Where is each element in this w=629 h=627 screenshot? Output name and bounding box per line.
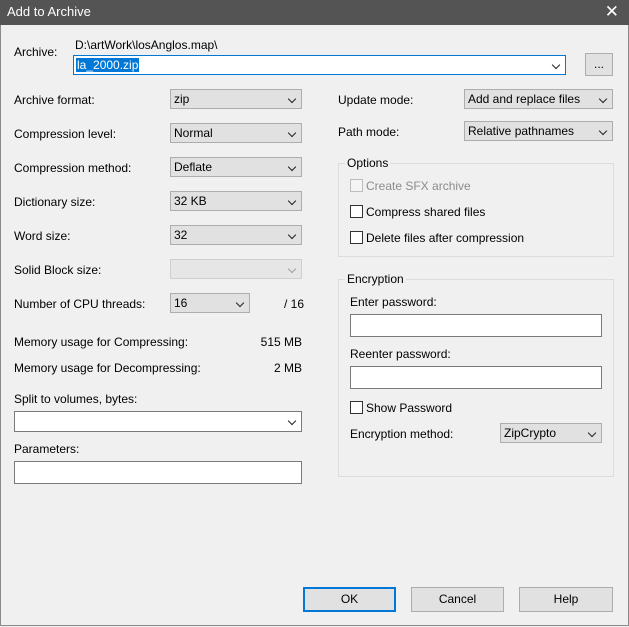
cpu-threads-select[interactable]: 16	[170, 293, 250, 313]
archive-label: Archive:	[14, 45, 58, 59]
compress-shared-checkbox[interactable]	[350, 205, 363, 218]
encryption-method-select[interactable]: ZipCrypto	[500, 423, 602, 443]
compression-method-select[interactable]: Deflate	[170, 157, 302, 177]
ok-button[interactable]: OK	[303, 587, 396, 612]
archive-format-select[interactable]: zip	[170, 89, 302, 109]
chevron-down-icon	[287, 162, 297, 172]
encryption-method-label: Encryption method:	[350, 427, 454, 441]
memory-decompress-value: 2 MB	[273, 361, 302, 375]
options-group-title: Options	[345, 156, 391, 170]
path-mode-select[interactable]: Relative pathnames	[464, 121, 613, 141]
solid-block-size-select	[170, 259, 302, 279]
browse-button[interactable]: ...	[585, 53, 613, 76]
solid-block-size-label: Solid Block size:	[14, 263, 102, 277]
enter-password-label: Enter password:	[350, 295, 437, 309]
archive-format-label: Archive format:	[14, 93, 95, 107]
split-volumes-combo[interactable]	[14, 411, 302, 432]
compression-method-value: Deflate	[174, 160, 213, 174]
cpu-threads-label: Number of CPU threads:	[14, 297, 146, 311]
cpu-threads-value: 16	[174, 296, 188, 310]
reenter-password-label: Reenter password:	[350, 347, 451, 361]
dictionary-size-label: Dictionary size:	[14, 195, 96, 209]
word-size-select[interactable]: 32	[170, 225, 302, 245]
create-sfx-label: Create SFX archive	[366, 179, 471, 193]
archive-filename-combo[interactable]: la_2000.zip	[73, 55, 566, 75]
chevron-down-icon	[287, 264, 297, 274]
create-sfx-checkbox	[350, 179, 363, 192]
memory-compress-label: Memory usage for Compressing:	[14, 335, 189, 349]
parameters-label: Parameters:	[14, 442, 80, 456]
chevron-down-icon	[287, 128, 297, 138]
update-mode-select[interactable]: Add and replace files	[464, 89, 613, 109]
memory-compress-value: 515 MB	[260, 335, 302, 349]
chevron-down-icon	[587, 428, 597, 438]
split-volumes-label: Split to volumes, bytes:	[14, 392, 138, 406]
cancel-button[interactable]: Cancel	[411, 587, 504, 612]
archive-filename-value: la_2000.zip	[76, 58, 140, 72]
dictionary-size-value: 32 KB	[174, 194, 207, 208]
word-size-label: Word size:	[14, 229, 71, 243]
compression-level-label: Compression level:	[14, 127, 117, 141]
chevron-down-icon	[235, 298, 245, 308]
show-password-checkbox[interactable]	[350, 401, 363, 414]
window-title: Add to Archive	[7, 4, 91, 19]
chevron-down-icon	[598, 94, 608, 104]
chevron-down-icon	[598, 126, 608, 136]
delete-after-checkbox[interactable]	[350, 231, 363, 244]
archive-format-value: zip	[174, 92, 190, 106]
help-button[interactable]: Help	[519, 587, 613, 612]
word-size-value: 32	[174, 228, 188, 242]
encryption-group-title: Encryption	[345, 272, 406, 286]
update-mode-value: Add and replace files	[468, 92, 581, 106]
chevron-down-icon	[287, 94, 297, 104]
reenter-password-input[interactable]	[350, 366, 602, 389]
compress-shared-label[interactable]: Compress shared files	[366, 205, 485, 219]
parameters-input[interactable]	[14, 461, 302, 484]
cpu-threads-max: / 16	[283, 297, 304, 311]
delete-after-label[interactable]: Delete files after compression	[366, 231, 524, 245]
compression-level-select[interactable]: Normal	[170, 123, 302, 143]
show-password-label[interactable]: Show Password	[366, 401, 452, 415]
update-mode-label: Update mode:	[338, 93, 414, 107]
chevron-down-icon[interactable]	[551, 60, 561, 70]
memory-decompress-label: Memory usage for Decompressing:	[14, 361, 201, 375]
chevron-down-icon	[287, 230, 297, 240]
enter-password-input[interactable]	[350, 314, 602, 337]
compression-method-label: Compression method:	[14, 161, 132, 175]
encryption-method-value: ZipCrypto	[504, 426, 557, 440]
path-mode-value: Relative pathnames	[468, 124, 575, 138]
title-bar: Add to Archive ✕	[0, 0, 629, 25]
archive-path: D:\artWork\losAnglos.map\	[75, 38, 218, 52]
chevron-down-icon	[287, 196, 297, 206]
compression-level-value: Normal	[174, 126, 213, 140]
chevron-down-icon[interactable]	[287, 416, 297, 426]
dictionary-size-select[interactable]: 32 KB	[170, 191, 302, 211]
close-icon[interactable]: ✕	[605, 3, 619, 20]
path-mode-label: Path mode:	[338, 125, 400, 139]
